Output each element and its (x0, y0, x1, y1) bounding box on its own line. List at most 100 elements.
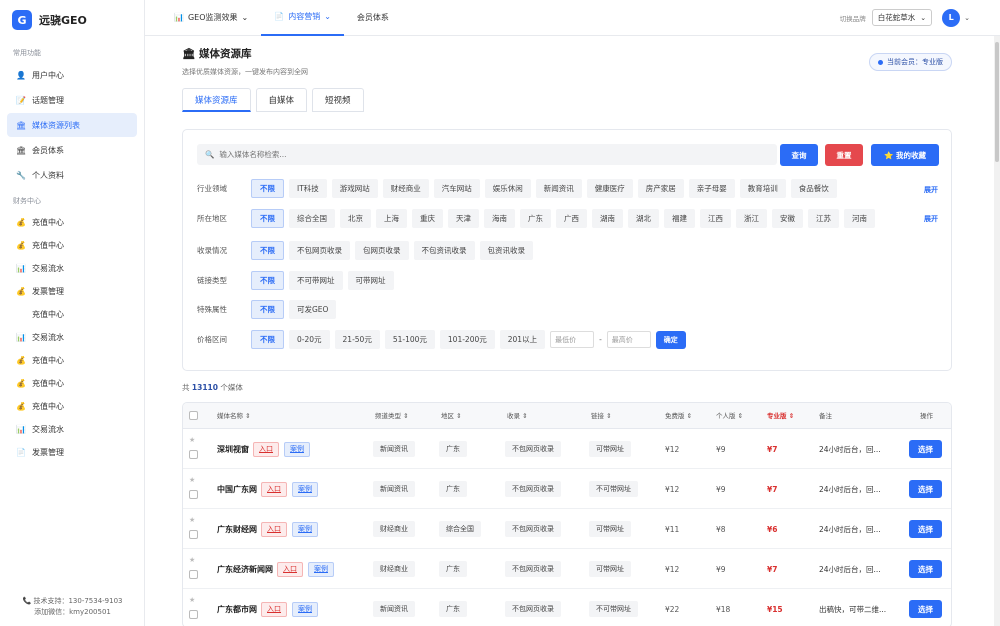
top-tab[interactable]: 📊 GEO监测效果 ⌄ (161, 0, 261, 36)
price-min-input[interactable]: 最低价 (550, 331, 595, 348)
scrollbar-thumb[interactable] (995, 42, 999, 162)
price-max-input[interactable]: 最高价 (606, 331, 651, 348)
filter-chip[interactable]: 201以上 (499, 330, 546, 349)
column-header[interactable]: 收录 ⇕ (507, 403, 528, 429)
column-header[interactable]: 地区 ⇕ (441, 403, 462, 429)
filter-chip[interactable]: IT科技 (289, 179, 327, 198)
filter-chip[interactable]: 可带网址 (347, 271, 394, 290)
scrollbar[interactable] (994, 36, 1000, 626)
avatar[interactable]: L (942, 8, 961, 27)
confirm-button[interactable]: 确定 (655, 330, 686, 349)
entry-link[interactable]: 入口 (261, 601, 287, 617)
row-checkbox[interactable] (189, 570, 198, 579)
select-button[interactable]: 选择 (909, 480, 942, 498)
select-button[interactable]: 选择 (909, 440, 942, 458)
filter-chip[interactable]: 不限 (251, 300, 284, 319)
favorites-button[interactable]: ⭐ 我的收藏 (871, 144, 939, 166)
column-header[interactable]: 操作 (920, 403, 933, 429)
filter-chip[interactable]: 上海 (376, 209, 407, 228)
star-icon[interactable]: ★ (189, 476, 195, 484)
filter-chip[interactable]: 重庆 (412, 209, 443, 228)
star-icon[interactable]: ★ (189, 556, 195, 564)
column-header[interactable]: 频道类型 ⇕ (375, 403, 409, 429)
filter-chip[interactable]: 福建 (664, 209, 695, 228)
sidebar-item[interactable]: 📊 交易流水 (7, 326, 137, 348)
filter-chip[interactable]: 不可带网址 (289, 271, 343, 290)
filter-chip[interactable]: 安徽 (772, 209, 803, 228)
filter-chip[interactable]: 房产家居 (637, 179, 684, 198)
star-icon[interactable]: ★ (189, 516, 195, 524)
sidebar-item[interactable]: 充值中心 (7, 303, 137, 325)
filter-chip[interactable]: 不限 (251, 241, 284, 260)
filter-chip[interactable]: 健康医疗 (586, 179, 633, 198)
media-name[interactable]: 中国广东网 入口 案例 (217, 481, 318, 497)
sidebar-item[interactable]: 📊 交易流水 (7, 257, 137, 279)
media-name-text[interactable]: 深圳视窗 (217, 444, 249, 455)
filter-chip[interactable]: 不限 (251, 179, 284, 198)
expand-region-button[interactable]: 展开 (924, 214, 938, 224)
filter-chip[interactable]: 包网页收录 (355, 241, 409, 260)
filter-chip[interactable]: 0-20元 (289, 330, 330, 349)
filter-chip[interactable]: 综合全国 (289, 209, 335, 228)
query-button[interactable]: 查询 (780, 144, 818, 166)
sidebar-item[interactable]: 📝 话题管理 (7, 88, 137, 112)
filter-chip[interactable]: 游戏网站 (331, 179, 378, 198)
search-box[interactable]: 🔍 (197, 144, 777, 165)
filter-chip[interactable]: 湖南 (592, 209, 623, 228)
filter-chip[interactable]: 不限 (251, 330, 284, 349)
media-name[interactable]: 广东财经网 入口 案例 (217, 521, 318, 537)
row-checkbox[interactable] (189, 490, 198, 499)
filter-chip[interactable]: 海南 (484, 209, 515, 228)
sidebar-item[interactable]: 🔧 个人资料 (7, 163, 137, 187)
case-link[interactable]: 案例 (292, 521, 318, 537)
media-name-text[interactable]: 广东财经网 (217, 524, 257, 535)
sidebar-item[interactable]: 📄 发票管理 (7, 441, 137, 463)
expand-industry-button[interactable]: 展开 (924, 185, 938, 195)
filter-chip[interactable]: 娱乐休闲 (484, 179, 531, 198)
sidebar-item[interactable]: 💰 充值中心 (7, 211, 137, 233)
media-name-text[interactable]: 广东经济新闻网 (217, 564, 273, 575)
sidebar-item[interactable]: 💰 充值中心 (7, 395, 137, 417)
star-icon[interactable]: ★ (189, 596, 195, 604)
case-link[interactable]: 案例 (284, 441, 310, 457)
filter-chip[interactable]: 浙江 (736, 209, 767, 228)
search-input[interactable] (219, 150, 760, 159)
select-button[interactable]: 选择 (909, 520, 942, 538)
filter-chip[interactable]: 包资讯收录 (479, 241, 533, 260)
filter-chip[interactable]: 不限 (251, 271, 284, 290)
sidebar-item[interactable]: 💰 充值中心 (7, 234, 137, 256)
filter-chip[interactable]: 广西 (556, 209, 587, 228)
column-header[interactable]: 专业版 ⇕ (767, 403, 794, 429)
top-tab[interactable]: 会员体系 (344, 0, 402, 36)
sidebar-item[interactable]: 👤 用户中心 (7, 63, 137, 87)
reset-button[interactable]: 重置 (825, 144, 863, 166)
select-button[interactable]: 选择 (909, 560, 942, 578)
filter-chip[interactable]: 51-100元 (384, 330, 435, 349)
column-header[interactable]: 链接 ⇕ (591, 403, 612, 429)
row-checkbox[interactable] (189, 450, 198, 459)
sidebar-item[interactable]: 📊 交易流水 (7, 418, 137, 440)
sidebar-item[interactable]: 💰 充值中心 (7, 349, 137, 371)
sidebar-item[interactable]: 🏛 会员体系 (7, 138, 137, 162)
sidebar-item[interactable]: 💰 充值中心 (7, 372, 137, 394)
entry-link[interactable]: 入口 (261, 521, 287, 537)
case-link[interactable]: 案例 (292, 601, 318, 617)
media-name-text[interactable]: 中国广东网 (217, 484, 257, 495)
filter-chip[interactable]: 21-50元 (334, 330, 380, 349)
media-name[interactable]: 广东经济新闻网 入口 案例 (217, 561, 334, 577)
column-header[interactable]: 媒体名称 ⇕ (217, 403, 251, 429)
filter-chip[interactable]: 不限 (251, 209, 284, 228)
filter-chip[interactable]: 不包网页收录 (289, 241, 350, 260)
filter-chip[interactable]: 江西 (700, 209, 731, 228)
filter-chip[interactable]: 财经商业 (382, 179, 429, 198)
subtab[interactable]: 媒体资源库 (182, 88, 251, 112)
filter-chip[interactable]: 河南 (844, 209, 875, 228)
filter-chip[interactable]: 天津 (448, 209, 479, 228)
row-checkbox[interactable] (189, 610, 198, 619)
row-checkbox[interactable] (189, 530, 198, 539)
sidebar-item[interactable]: 🏛 媒体资源列表 (7, 113, 137, 137)
entry-link[interactable]: 入口 (253, 441, 279, 457)
filter-chip[interactable]: 教育培训 (739, 179, 786, 198)
filter-chip[interactable]: 广东 (520, 209, 551, 228)
filter-chip[interactable]: 可发GEO (289, 300, 337, 319)
